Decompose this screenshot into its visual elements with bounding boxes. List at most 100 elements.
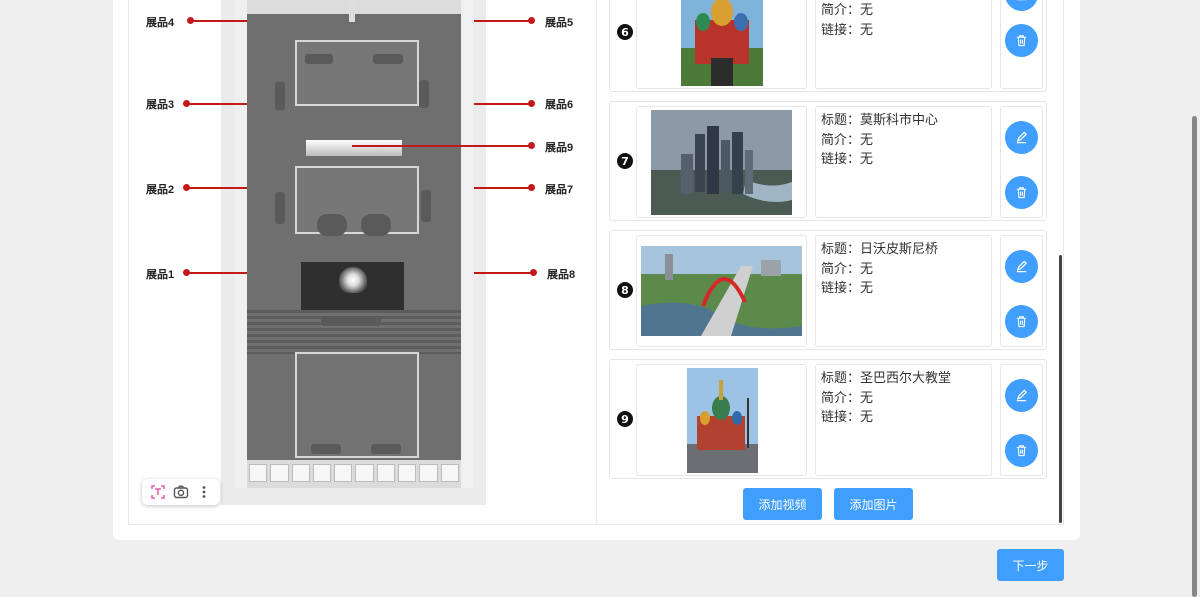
media-intro-prefix: 简介：: [821, 132, 861, 148]
media-link-row: 链接：无: [821, 21, 986, 41]
exhibit-label-4[interactable]: 展品4: [146, 14, 174, 30]
delete-button[interactable]: [1005, 24, 1038, 57]
more-vertical-icon[interactable]: [194, 482, 214, 502]
trash-icon: [1016, 316, 1027, 328]
floor-lights: [249, 464, 459, 482]
exhibit-label-7[interactable]: 展品7: [545, 181, 573, 197]
media-link: 无: [860, 410, 874, 425]
delete-button[interactable]: [1005, 434, 1038, 467]
media-item-9: 9 标题：圣巴西尔大教堂 简介： 无 链接：无: [609, 359, 1047, 479]
media-title-row: 标题：圣巴西尔大教堂: [821, 369, 986, 389]
floor-plan[interactable]: [221, 0, 486, 505]
media-intro: 无: [860, 132, 874, 148]
camera-icon[interactable]: [171, 482, 191, 502]
media-actions: [1000, 106, 1043, 218]
media-intro: 无: [860, 3, 874, 18]
trash-icon: [1016, 187, 1027, 199]
media-thumbnail[interactable]: [636, 0, 807, 89]
exhibit-marker-6: [528, 100, 535, 107]
edit-button[interactable]: [1005, 250, 1038, 283]
next-step-button[interactable]: 下一步: [997, 549, 1064, 581]
plan-entrance: [349, 0, 355, 22]
add-video-button[interactable]: 添加视频: [743, 488, 822, 520]
media-intro-prefix: 简介：: [821, 390, 861, 406]
media-title-prefix: 标题：: [821, 371, 861, 386]
bench: [421, 190, 431, 222]
exhibit-marker-7: [528, 184, 535, 191]
bench: [321, 316, 381, 326]
item-number-badge: 7: [617, 153, 633, 169]
list-scrollbar[interactable]: [1059, 255, 1062, 523]
bench: [311, 444, 341, 454]
edit-button[interactable]: [1005, 379, 1038, 412]
edit-button[interactable]: [1005, 121, 1038, 154]
add-image-button[interactable]: 添加图片: [834, 488, 913, 520]
media-intro-prefix: 简介：: [821, 261, 861, 277]
bench: [275, 82, 285, 110]
media-title-row: 标题：日沃皮斯尼桥: [821, 240, 986, 260]
media-actions: [1000, 0, 1043, 89]
media-info: 标题：圣巴西尔大教堂 简介： 无 链接：无: [815, 364, 992, 476]
media-link-row: 链接：无: [821, 408, 986, 428]
media-title: 日沃皮斯尼桥: [860, 242, 939, 257]
display-room-middle: [295, 166, 419, 234]
exhibit-line-1: [186, 272, 247, 274]
exhibit-label-5[interactable]: 展品5: [545, 14, 573, 30]
plan-left-wall: [235, 0, 247, 488]
exhibit-label-3[interactable]: 展品3: [146, 96, 174, 112]
bench: [419, 80, 429, 108]
media-title-prefix: 标题：: [821, 113, 861, 128]
exhibit-label-2[interactable]: 展品2: [146, 181, 174, 197]
media-info: 标题：莫斯科市中心 简介：无 链接：无: [815, 106, 992, 218]
edit-icon: [1016, 0, 1027, 1]
media-title-prefix: 标题：: [821, 242, 861, 257]
media-link: 无: [860, 152, 874, 167]
media-item-7: 7 标题：莫斯科市中心 简介：无 链接：无: [609, 101, 1047, 221]
media-thumbnail[interactable]: [636, 235, 807, 347]
trash-icon: [1016, 445, 1027, 457]
item-number-badge: 8: [617, 282, 633, 298]
delete-button[interactable]: [1005, 305, 1038, 338]
item-number-badge: 9: [617, 411, 633, 427]
exhibit-label-9[interactable]: 展品9: [545, 139, 573, 155]
media-info: 标题：日沃皮斯尼桥 简介： 无 链接：无: [815, 235, 992, 347]
saint-basil-cathedral-photo: [681, 0, 763, 86]
bench: [305, 54, 333, 64]
media-title: 圣巴西尔大教堂: [860, 371, 952, 386]
edit-button[interactable]: [1005, 0, 1038, 11]
display-room-bottom: [295, 352, 419, 458]
exhibit-label-8[interactable]: 展品8: [547, 266, 575, 282]
text-recognition-icon[interactable]: [148, 482, 168, 502]
page-scrollbar-thumb[interactable]: [1192, 116, 1197, 597]
bench: [275, 192, 285, 224]
media-thumbnail[interactable]: [636, 364, 807, 476]
saint-basil-cathedral-photo: [687, 368, 758, 473]
media-thumbnail[interactable]: [636, 106, 807, 218]
edit-icon: [1016, 389, 1027, 402]
media-link-row: 链接：无: [821, 279, 986, 299]
bench: [361, 214, 391, 236]
media-link: 无: [860, 281, 874, 296]
media-link-row: 链接：无: [821, 150, 986, 170]
exhibit-line-4: [190, 20, 247, 22]
exhibit-label-6[interactable]: 展品6: [545, 96, 573, 112]
media-link: 无: [860, 22, 874, 38]
exhibit-label-1[interactable]: 展品1: [146, 266, 174, 282]
exhibit-line-6: [474, 103, 532, 105]
central-stage: [301, 262, 404, 310]
media-actions: [1000, 364, 1043, 476]
media-title-row: 标题：莫斯科市中心: [821, 111, 986, 131]
media-actions: [1000, 235, 1043, 347]
panel-divider: [596, 0, 597, 525]
exhibit-marker-9: [528, 142, 535, 149]
image-toolbar: [142, 479, 220, 505]
delete-button[interactable]: [1005, 176, 1038, 209]
display-screen: [306, 140, 402, 156]
bench: [373, 54, 403, 64]
media-link-prefix: 链接：: [821, 152, 861, 167]
media-intro-row: 简介：无: [821, 1, 986, 21]
media-link-prefix: 链接：: [821, 281, 861, 296]
exhibit-line-2: [186, 187, 247, 189]
display-room-top: [295, 40, 419, 106]
exhibit-line-9: [352, 145, 532, 147]
